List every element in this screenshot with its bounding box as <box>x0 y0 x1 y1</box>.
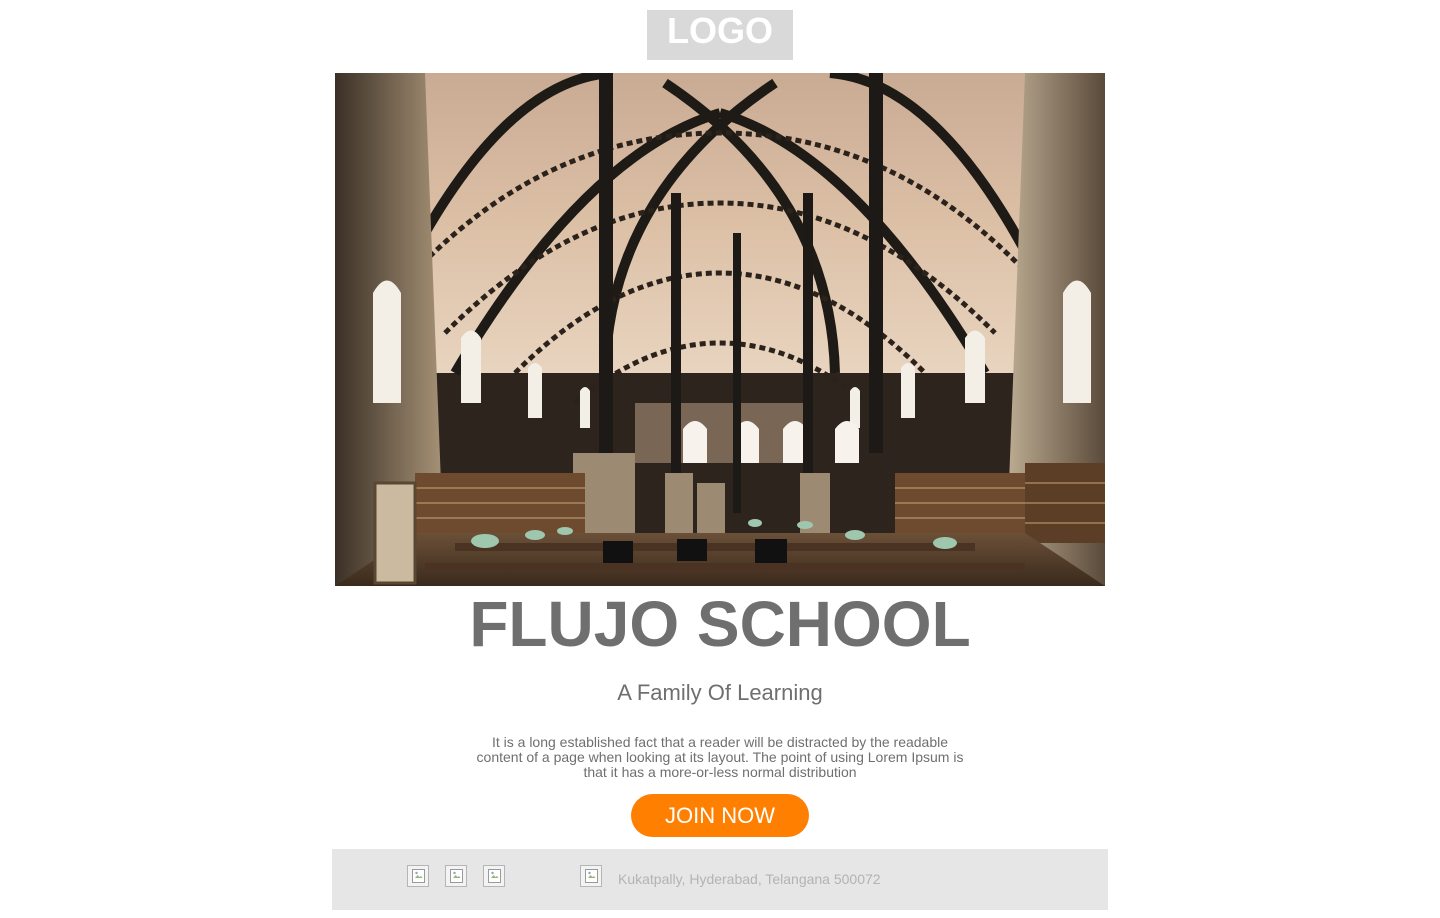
broken-image-icon <box>450 869 463 883</box>
location-icon <box>580 865 602 887</box>
social-icon-1[interactable] <box>407 865 429 887</box>
hero-image <box>335 73 1105 586</box>
social-icon-2[interactable] <box>445 865 467 887</box>
social-icon-3[interactable] <box>483 865 505 887</box>
join-now-button[interactable]: JOIN NOW <box>631 794 809 837</box>
intro-paragraph: It is a long established fact that a rea… <box>476 734 964 780</box>
footer: Kukatpally, Hyderabad, Telangana 500072 <box>332 849 1108 910</box>
tagline: A Family Of Learning <box>617 680 823 705</box>
logo[interactable]: LOGO <box>647 10 793 60</box>
footer-address: Kukatpally, Hyderabad, Telangana 500072 <box>618 871 881 887</box>
broken-image-icon <box>585 869 598 883</box>
page-title: FLUJO SCHOOL <box>469 588 971 660</box>
broken-image-icon <box>488 869 501 883</box>
email-page: LOGO FLUJO SCHOOL A Family Of Learning I… <box>0 0 1440 918</box>
broken-image-icon <box>412 869 425 883</box>
